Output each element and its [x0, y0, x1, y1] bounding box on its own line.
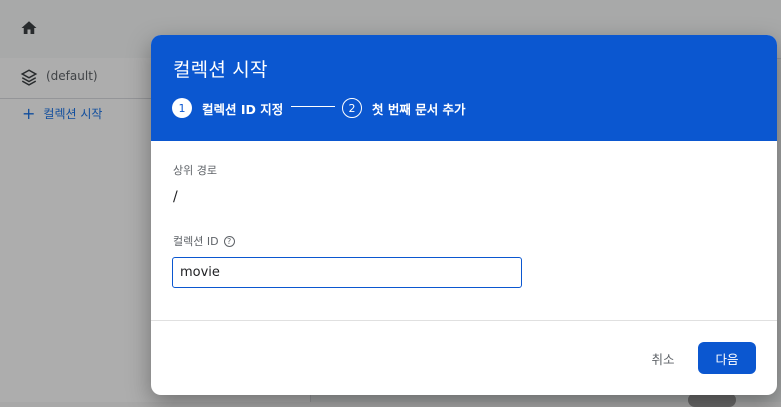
next-button[interactable]: 다음 [698, 342, 756, 374]
step-2-number: 2 [342, 98, 362, 118]
help-icon[interactable]: ? [223, 235, 235, 247]
background-chip [688, 393, 736, 407]
step-2-label: 첫 번째 문서 추가 [372, 101, 466, 117]
dialog-header: 컬렉션 시작 1 컬렉션 ID 지정 2 첫 번째 문서 추가 [151, 35, 777, 141]
dialog-title: 컬렉션 시작 [173, 59, 268, 81]
step-1: 1 컬렉션 ID 지정 [172, 96, 283, 120]
collection-id-label-row: 컬렉션 ID ? [173, 233, 235, 249]
start-collection-dialog: 컬렉션 시작 1 컬렉션 ID 지정 2 첫 번째 문서 추가 상위 경로 / … [151, 35, 777, 395]
footer-divider [151, 320, 777, 321]
step-1-label: 컬렉션 ID 지정 [202, 101, 284, 117]
parent-path-value: / [173, 189, 178, 205]
parent-path-label: 상위 경로 [173, 164, 217, 177]
dialog-body: 상위 경로 / 컬렉션 ID ? [151, 141, 777, 321]
cancel-button[interactable]: 취소 [635, 343, 691, 373]
collection-id-input[interactable] [172, 257, 522, 288]
step-2: 2 첫 번째 문서 추가 [342, 96, 466, 120]
step-1-number: 1 [172, 98, 192, 118]
collection-id-label: 컬렉션 ID [173, 235, 219, 248]
step-connector [291, 106, 335, 107]
